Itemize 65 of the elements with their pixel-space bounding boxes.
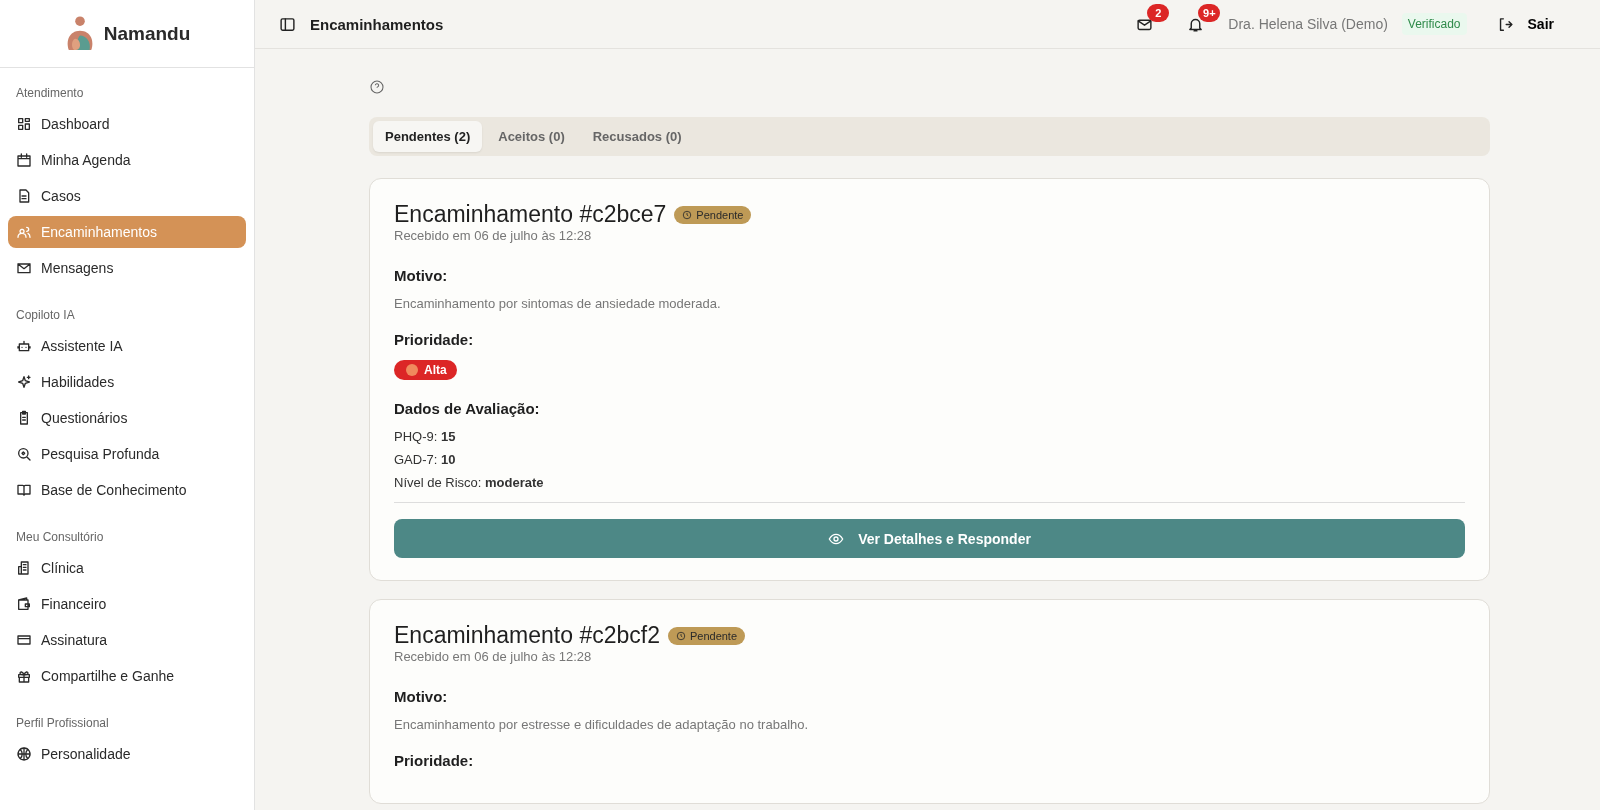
details-button[interactable]: Ver Detalhes e Responder <box>394 519 1465 558</box>
nav-icon <box>16 260 32 276</box>
tab[interactable]: Pendentes (2) <box>373 121 483 152</box>
priority-dot-icon <box>406 364 418 376</box>
help-icon[interactable] <box>369 79 385 95</box>
section-title: Copiloto IA <box>15 307 76 324</box>
sidebar-item[interactable]: Minha Agenda <box>8 144 246 176</box>
sidebar-item[interactable]: Assistente IA <box>8 330 246 362</box>
sidebar-item[interactable]: Personalidade <box>8 738 246 770</box>
brand-name: Namandu <box>103 22 191 45</box>
status-badge: Pendente <box>674 205 752 224</box>
sidebar-item[interactable]: Mensagens <box>8 252 246 284</box>
evaluation-line: Nível de Risco: moderate <box>394 475 545 490</box>
priority-badge: Alta <box>394 360 457 380</box>
sidebar-item[interactable]: Pesquisa Profunda <box>8 438 246 470</box>
sidebar-toggle-icon[interactable] <box>279 15 296 33</box>
reason-text: Encaminhamento por estresse e dificuldades de adaptação no trabalho. <box>394 717 810 732</box>
section-title: Atendimento <box>15 85 85 102</box>
nav-icon <box>16 188 32 204</box>
count-badge: 9+ <box>1198 3 1221 22</box>
nav-icon <box>16 746 32 762</box>
nav-icon <box>16 668 32 684</box>
sidebar-item[interactable]: Casos <box>8 180 246 212</box>
page-title: Encaminhamentos <box>310 15 444 33</box>
sidebar-item[interactable]: Dashboard <box>8 108 246 140</box>
sidebar-item[interactable]: Questionários <box>8 402 246 434</box>
nav-icon <box>16 596 32 612</box>
nav-icon <box>16 374 32 390</box>
nav-icon <box>16 446 32 462</box>
tab[interactable]: Recusados (0) <box>580 121 694 152</box>
reason-text: Encaminhamento por sintomas de ansiedade moderada. <box>394 296 722 311</box>
evaluation-line: GAD-7: 10 <box>394 452 457 467</box>
section-heading: Motivo: <box>394 267 449 284</box>
count-badge: 2 <box>1147 3 1170 22</box>
section-title: Perfil Profissional <box>15 715 110 732</box>
status-badge: Pendente <box>667 626 746 645</box>
logout-button[interactable]: Sair <box>1490 14 1560 34</box>
sidebar-item[interactable]: Assinatura <box>8 624 246 656</box>
sidebar-item[interactable]: Clínica <box>8 552 246 584</box>
sidebar-item[interactable]: Financeiro <box>8 588 246 620</box>
received-date: Recebido em 06 de julho às 12:28 <box>394 649 593 664</box>
referral-title: Encaminhamento #c2bcf2 <box>394 622 660 649</box>
sidebar-item[interactable]: Base de Conhecimento <box>8 474 246 506</box>
sidebar-item[interactable]: Habilidades <box>8 366 246 398</box>
clock-icon <box>675 630 686 641</box>
nav-icon <box>16 482 32 498</box>
clock-icon <box>682 209 693 220</box>
section-title: Meu Consultório <box>15 529 105 546</box>
tab[interactable]: Aceitos (0) <box>486 121 577 152</box>
nav-icon <box>16 338 32 354</box>
nav-icon <box>16 632 32 648</box>
section-heading: Prioridade: <box>394 752 475 769</box>
sidebar-item[interactable]: Compartilhe e Ganhe <box>8 660 246 692</box>
nav-icon <box>16 224 32 240</box>
nav-icon <box>16 116 32 132</box>
verified-tag: Verificado <box>1401 13 1467 35</box>
user-name: Dra. Helena Silva (Demo) <box>1228 16 1388 32</box>
nav-icon <box>16 152 32 168</box>
section-heading: Motivo: <box>394 688 449 705</box>
section-heading: Dados de Avaliação: <box>394 400 541 417</box>
nav-icon <box>16 560 32 576</box>
evaluation-line: PHQ-9: 15 <box>394 429 457 444</box>
referral-title: Encaminhamento #c2bce7 <box>394 201 667 228</box>
received-date: Recebido em 06 de julho às 12:28 <box>394 228 593 243</box>
section-heading: Prioridade: <box>394 331 475 348</box>
